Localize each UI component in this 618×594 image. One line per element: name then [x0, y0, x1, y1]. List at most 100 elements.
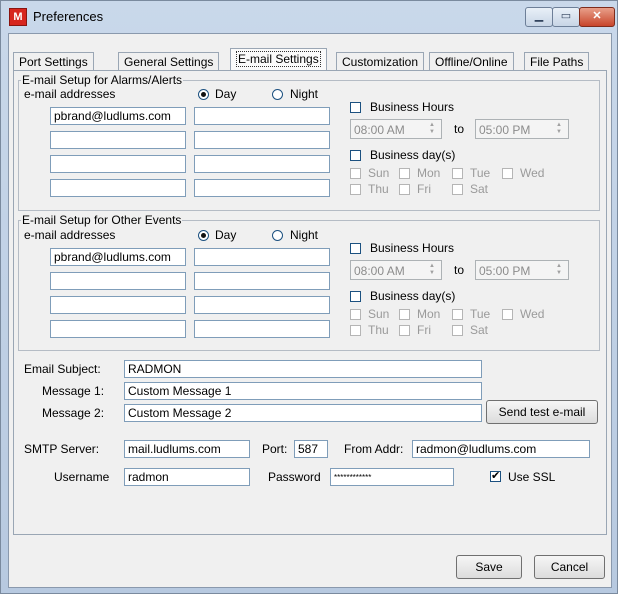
other-day-email-4[interactable]: [50, 320, 186, 338]
smtp-server-input[interactable]: mail.ludlums.com: [124, 440, 250, 458]
use-ssl-label: Use SSL: [508, 470, 556, 484]
message1-label: Message 1:: [42, 384, 105, 398]
alarms-sun-label: Sun: [368, 166, 390, 180]
alarms-night-email-3[interactable]: [194, 155, 330, 173]
save-button[interactable]: Save: [456, 555, 522, 579]
preferences-window: M Preferences ▁ ▭ ✕ Port Settings Genera…: [0, 0, 618, 594]
alarms-from-time[interactable]: 08:00 AM ▲ ▼: [350, 119, 442, 139]
alarms-business-days-checkbox[interactable]: [350, 150, 361, 161]
other-fri-label: Fri: [417, 323, 431, 337]
other-mon-checkbox[interactable]: [399, 309, 410, 320]
other-sat-checkbox[interactable]: [452, 325, 463, 336]
other-business-days-label: Business day(s): [370, 289, 456, 303]
other-legend: E-mail Setup for Other Events: [22, 213, 182, 227]
other-tue-checkbox[interactable]: [452, 309, 463, 320]
alarms-mon-checkbox[interactable]: [399, 168, 410, 179]
alarms-day-radio[interactable]: [198, 89, 209, 100]
alarms-to-time-value: 05:00 PM: [479, 123, 531, 137]
message1-input[interactable]: Custom Message 1: [124, 382, 482, 400]
other-night-email-4[interactable]: [194, 320, 330, 338]
other-thu-checkbox[interactable]: [350, 325, 361, 336]
message2-input[interactable]: Custom Message 2: [124, 404, 482, 422]
close-button[interactable]: ✕: [579, 7, 615, 27]
other-business-hours-checkbox[interactable]: [350, 243, 361, 254]
other-night-email-2[interactable]: [194, 272, 330, 290]
alarms-day-email-4[interactable]: [50, 179, 186, 197]
username-input[interactable]: radmon: [124, 468, 250, 486]
alarms-business-days-label: Business day(s): [370, 148, 456, 162]
maximize-button[interactable]: ▭: [552, 7, 580, 27]
other-sat-label: Sat: [470, 323, 489, 337]
other-to-time[interactable]: 05:00 PM ▲ ▼: [475, 260, 569, 280]
password-label: Password: [268, 470, 321, 484]
alarms-day-email-3[interactable]: [50, 155, 186, 173]
alarms-fri-checkbox[interactable]: [399, 184, 410, 195]
alarms-sun-checkbox[interactable]: [350, 168, 361, 179]
dialog-client: Port Settings General Settings E-mail Se…: [8, 33, 612, 588]
username-label: Username: [54, 470, 110, 484]
other-tue-label: Tue: [470, 307, 491, 321]
other-wed-checkbox[interactable]: [502, 309, 513, 320]
tab-email-settings[interactable]: E-mail Settings: [230, 48, 327, 71]
other-mon-label: Mon: [417, 307, 441, 321]
other-business-days-checkbox[interactable]: [350, 291, 361, 302]
tab-email-settings-label: E-mail Settings: [236, 51, 321, 67]
tab-file-paths[interactable]: File Paths: [524, 52, 590, 71]
alarms-mon-label: Mon: [417, 166, 441, 180]
from-addr-input[interactable]: radmon@ludlums.com: [412, 440, 590, 458]
tab-strip: Port Settings General Settings E-mail Se…: [9, 48, 611, 71]
email-settings-panel: E-mail Setup for Alarms/Alerts e-mail ad…: [13, 70, 607, 535]
other-night-radio[interactable]: [272, 230, 283, 241]
other-night-email-1[interactable]: [194, 248, 330, 266]
alarms-wed-label: Wed: [520, 166, 545, 180]
tab-customization[interactable]: Customization: [336, 52, 425, 71]
alarms-wed-checkbox[interactable]: [502, 168, 513, 179]
alarms-night-radio[interactable]: [272, 89, 283, 100]
alarms-tue-label: Tue: [470, 166, 491, 180]
other-sun-checkbox[interactable]: [350, 309, 361, 320]
alarms-business-hours-checkbox[interactable]: [350, 102, 361, 113]
alarms-thu-label: Thu: [368, 182, 389, 196]
tab-port-settings[interactable]: Port Settings: [13, 52, 94, 71]
port-label: Port:: [262, 442, 288, 456]
other-day-label: Day: [215, 228, 237, 242]
alarms-to-label: to: [454, 122, 465, 136]
alarms-to-time[interactable]: 05:00 PM ▲ ▼: [475, 119, 569, 139]
alarms-night-email-4[interactable]: [194, 179, 330, 197]
other-day-email-2[interactable]: [50, 272, 186, 290]
smtp-server-label: SMTP Server:: [24, 442, 100, 456]
alarms-day-email-1[interactable]: pbrand@ludlums.com: [50, 107, 186, 125]
other-fri-checkbox[interactable]: [399, 325, 410, 336]
other-day-email-1[interactable]: pbrand@ludlums.com: [50, 248, 186, 266]
password-input[interactable]: ************: [330, 468, 454, 486]
alarms-to-spin-arrows[interactable]: ▲ ▼: [552, 122, 566, 136]
other-from-time-value: 08:00 AM: [354, 264, 405, 278]
other-to-label: to: [454, 263, 465, 277]
tab-offline-online[interactable]: Offline/Online: [429, 52, 514, 71]
title-bar[interactable]: M Preferences ▁ ▭ ✕: [1, 1, 617, 33]
other-day-radio[interactable]: [198, 230, 209, 241]
alarms-day-email-2[interactable]: [50, 131, 186, 149]
other-night-email-3[interactable]: [194, 296, 330, 314]
other-day-email-3[interactable]: [50, 296, 186, 314]
minimize-button[interactable]: ▁: [525, 7, 553, 27]
alarms-night-email-1[interactable]: [194, 107, 330, 125]
alarms-sat-checkbox[interactable]: [452, 184, 463, 195]
alarms-legend: E-mail Setup for Alarms/Alerts: [22, 73, 183, 87]
other-to-spin-arrows[interactable]: ▲ ▼: [552, 263, 566, 277]
tab-general-settings[interactable]: General Settings: [118, 52, 220, 71]
app-icon: M: [9, 8, 27, 26]
other-from-spin-arrows[interactable]: ▲ ▼: [425, 263, 439, 277]
cancel-button[interactable]: Cancel: [534, 555, 605, 579]
use-ssl-checkbox[interactable]: [490, 469, 501, 482]
other-from-time[interactable]: 08:00 AM ▲ ▼: [350, 260, 442, 280]
port-input[interactable]: 587: [294, 440, 328, 458]
alarms-night-email-2[interactable]: [194, 131, 330, 149]
send-test-email-button[interactable]: Send test e-mail: [486, 400, 598, 424]
email-subject-input[interactable]: RADMON: [124, 360, 482, 378]
other-night-label: Night: [290, 228, 319, 242]
alarms-from-spin-arrows[interactable]: ▲ ▼: [425, 122, 439, 136]
message2-label: Message 2:: [42, 406, 105, 420]
alarms-tue-checkbox[interactable]: [452, 168, 463, 179]
alarms-thu-checkbox[interactable]: [350, 184, 361, 195]
